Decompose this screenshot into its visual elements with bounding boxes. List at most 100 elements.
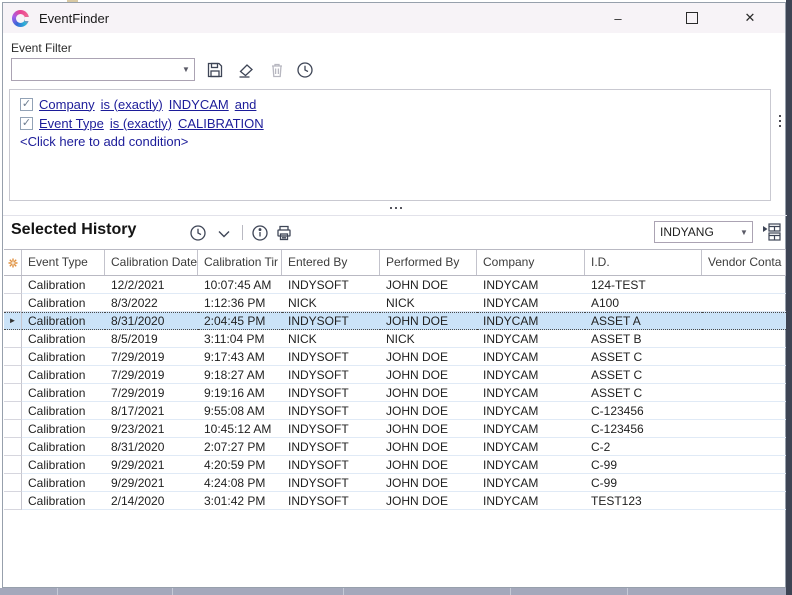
table-cell: ASSET C [585,348,702,366]
row-indicator-cell[interactable] [4,294,22,312]
column-header[interactable]: Performed By [380,250,477,275]
table-cell: NICK [380,294,477,312]
info-button[interactable] [248,221,272,245]
table-cell: INDYSOFT [282,402,380,420]
column-header[interactable]: Calibration Date [105,250,198,275]
table-row[interactable]: ►Calibration8/31/20202:04:45 PMINDYSOFTJ… [4,312,786,330]
condition-value-link[interactable]: INDYCAM [169,97,229,112]
user-combobox[interactable]: INDYANG ▼ [654,221,753,243]
user-combobox-value: INDYANG [655,225,736,239]
table-cell: 2:04:45 PM [198,312,282,330]
row-indicator-cell[interactable] [4,438,22,456]
app-logo-icon [12,10,29,27]
column-header[interactable]: Vendor Conta [702,250,786,275]
row-pointer-icon[interactable]: ► [4,312,22,330]
table-cell [702,276,786,294]
maximize-button[interactable] [669,3,715,33]
table-cell: JOHN DOE [380,420,477,438]
table-row[interactable]: Calibration8/3/20221:12:36 PMNICKNICKIND… [4,294,786,312]
minimize-button[interactable]: – [595,3,641,33]
filter-history-button[interactable] [293,58,317,82]
table-cell: 8/31/2020 [105,438,198,456]
table-cell: TEST123 [585,492,702,510]
table-cell: Calibration [22,402,105,420]
table-row[interactable]: Calibration7/29/20199:19:16 AMINDYSOFTJO… [4,384,786,402]
table-cell: 10:45:12 AM [198,420,282,438]
table-cell: Calibration [22,366,105,384]
history-clock-button[interactable] [186,221,210,245]
row-indicator-cell[interactable] [4,384,22,402]
table-row[interactable]: Calibration12/2/202110:07:45 AMINDYSOFTJ… [4,276,786,294]
delete-filter-button[interactable] [265,58,289,82]
table-cell: INDYSOFT [282,312,380,330]
filter-combobox[interactable]: ▼ [11,58,195,81]
row-indicator-cell[interactable] [4,492,22,510]
table-cell: ASSET B [585,330,702,348]
chevron-down-icon[interactable]: ▼ [736,228,752,237]
condition-operator-link[interactable]: is (exactly) [110,116,172,131]
table-cell: INDYSOFT [282,366,380,384]
panel-resize-handle[interactable] [777,115,783,127]
condition-field-link[interactable]: Company [39,97,95,112]
table-cell: C-99 [585,474,702,492]
table-row[interactable]: Calibration8/17/20219:55:08 AMINDYSOFTJO… [4,402,786,420]
column-header[interactable]: Event Type [22,250,105,275]
table-cell: Calibration [22,384,105,402]
table-cell: INDYCAM [477,474,585,492]
table-cell: INDYCAM [477,276,585,294]
history-dropdown-button[interactable] [212,222,236,246]
column-header[interactable]: I.D. [585,250,702,275]
chevron-down-icon[interactable]: ▼ [178,65,194,74]
table-row[interactable]: Calibration9/23/202110:45:12 AMINDYSOFTJ… [4,420,786,438]
column-header[interactable]: Calibration Tir [198,250,282,275]
row-indicator-cell[interactable] [4,456,22,474]
row-indicator-cell[interactable] [4,402,22,420]
table-cell: NICK [282,294,380,312]
column-header[interactable]: Company [477,250,585,275]
table-cell: JOHN DOE [380,492,477,510]
table-cell: 10:07:45 AM [198,276,282,294]
row-indicator-cell[interactable] [4,348,22,366]
row-indicator-cell[interactable] [4,420,22,438]
table-cell: 8/3/2022 [105,294,198,312]
print-button[interactable] [272,221,296,245]
table-row[interactable]: Calibration8/31/20202:07:27 PMINDYSOFTJO… [4,438,786,456]
column-header[interactable]: Entered By [282,250,380,275]
erase-filter-button[interactable] [234,58,258,82]
table-cell: 1:12:36 PM [198,294,282,312]
condition-checkbox[interactable]: ✓ [20,117,33,130]
row-indicator-cell[interactable] [4,276,22,294]
row-indicator-cell[interactable] [4,474,22,492]
table-cell: Calibration [22,438,105,456]
table-cell: 9/23/2021 [105,420,198,438]
title-bar: EventFinder – ✕ [3,3,785,33]
condition-value-link[interactable]: CALIBRATION [178,116,264,131]
splitter-handle[interactable] [390,207,402,209]
table-cell: C-99 [585,456,702,474]
table-row[interactable]: Calibration2/14/20203:01:42 PMINDYSOFTJO… [4,492,786,510]
field-chooser-button[interactable] [760,220,784,244]
select-all-cell[interactable] [4,250,22,275]
add-condition-link[interactable]: <Click here to add condition> [20,134,188,149]
condition-operator-link[interactable]: is (exactly) [101,97,163,112]
close-button[interactable]: ✕ [727,3,773,33]
table-row[interactable]: Calibration7/29/20199:17:43 AMINDYSOFTJO… [4,348,786,366]
table-cell: INDYCAM [477,366,585,384]
table-row[interactable]: Calibration9/29/20214:20:59 PMINDYSOFTJO… [4,456,786,474]
table-row[interactable]: Calibration8/5/20193:11:04 PMNICKNICKIND… [4,330,786,348]
table-row[interactable]: Calibration9/29/20214:24:08 PMINDYSOFTJO… [4,474,786,492]
table-cell: C-2 [585,438,702,456]
table-cell [702,438,786,456]
table-row[interactable]: Calibration7/29/20199:18:27 AMINDYSOFTJO… [4,366,786,384]
condition-field-link[interactable]: Event Type [39,116,104,131]
row-indicator-cell[interactable] [4,366,22,384]
condition-conjunction-link[interactable]: and [235,97,257,112]
table-cell: 7/29/2019 [105,384,198,402]
minimize-icon: – [614,11,621,26]
table-cell: INDYSOFT [282,492,380,510]
save-filter-button[interactable] [203,58,227,82]
table-cell [702,402,786,420]
row-indicator-cell[interactable] [4,330,22,348]
condition-checkbox[interactable]: ✓ [20,98,33,111]
table-cell [702,420,786,438]
